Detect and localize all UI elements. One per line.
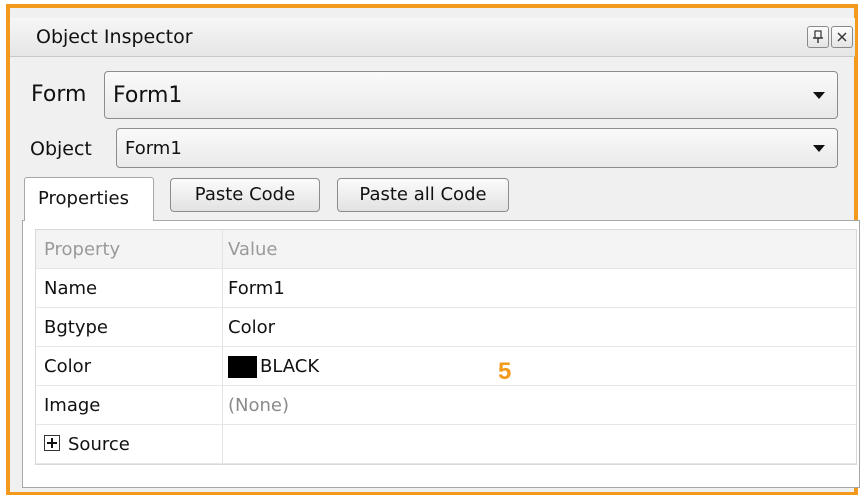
header-property: Property [44, 239, 121, 260]
table-row[interactable]: Image (None) [36, 386, 856, 425]
property-name: Source [68, 434, 130, 455]
close-icon [837, 32, 847, 42]
pin-icon [813, 30, 823, 43]
table-row[interactable]: Name Form1 [36, 269, 856, 308]
property-value[interactable]: Color [228, 308, 275, 346]
table-row[interactable]: Color BLACK [36, 347, 856, 386]
table-row[interactable]: Bgtype Color [36, 308, 856, 347]
chevron-down-icon [813, 145, 825, 152]
chevron-down-icon [813, 92, 825, 99]
close-button[interactable] [831, 26, 853, 48]
window-title: Object Inspector [36, 26, 193, 48]
color-swatch[interactable] [228, 356, 257, 378]
grid-header: Property Value [36, 230, 856, 269]
property-grid: Property Value Name Form1 Bgtype Color C… [35, 229, 857, 465]
property-value[interactable]: Form1 [228, 269, 285, 307]
annotation-number: 5 [498, 358, 512, 385]
tab-properties-label: Properties [38, 188, 129, 209]
property-name: Name [44, 278, 98, 299]
tab-properties[interactable]: Properties [24, 177, 154, 221]
form-select[interactable]: Form1 [104, 71, 838, 119]
header-value: Value [228, 239, 278, 260]
property-value[interactable]: BLACK [260, 347, 319, 385]
paste-code-button[interactable]: Paste Code [170, 178, 320, 212]
form-label: Form [31, 82, 87, 107]
property-name: Image [44, 395, 101, 416]
object-select-value: Form1 [125, 138, 182, 159]
paste-all-code-button[interactable]: Paste all Code [337, 178, 509, 212]
table-row[interactable]: Source [36, 425, 856, 464]
property-name: Bgtype [44, 317, 108, 338]
title-bar: Object Inspector [10, 18, 855, 57]
form-select-value: Form1 [113, 83, 183, 108]
pin-button[interactable] [807, 26, 829, 48]
object-label: Object [30, 138, 92, 160]
expand-plus-icon[interactable] [44, 435, 60, 451]
properties-panel: Property Value Name Form1 Bgtype Color C… [22, 220, 860, 488]
object-select[interactable]: Form1 [116, 128, 838, 168]
property-value[interactable]: (None) [228, 386, 289, 424]
property-name: Color [44, 356, 91, 377]
